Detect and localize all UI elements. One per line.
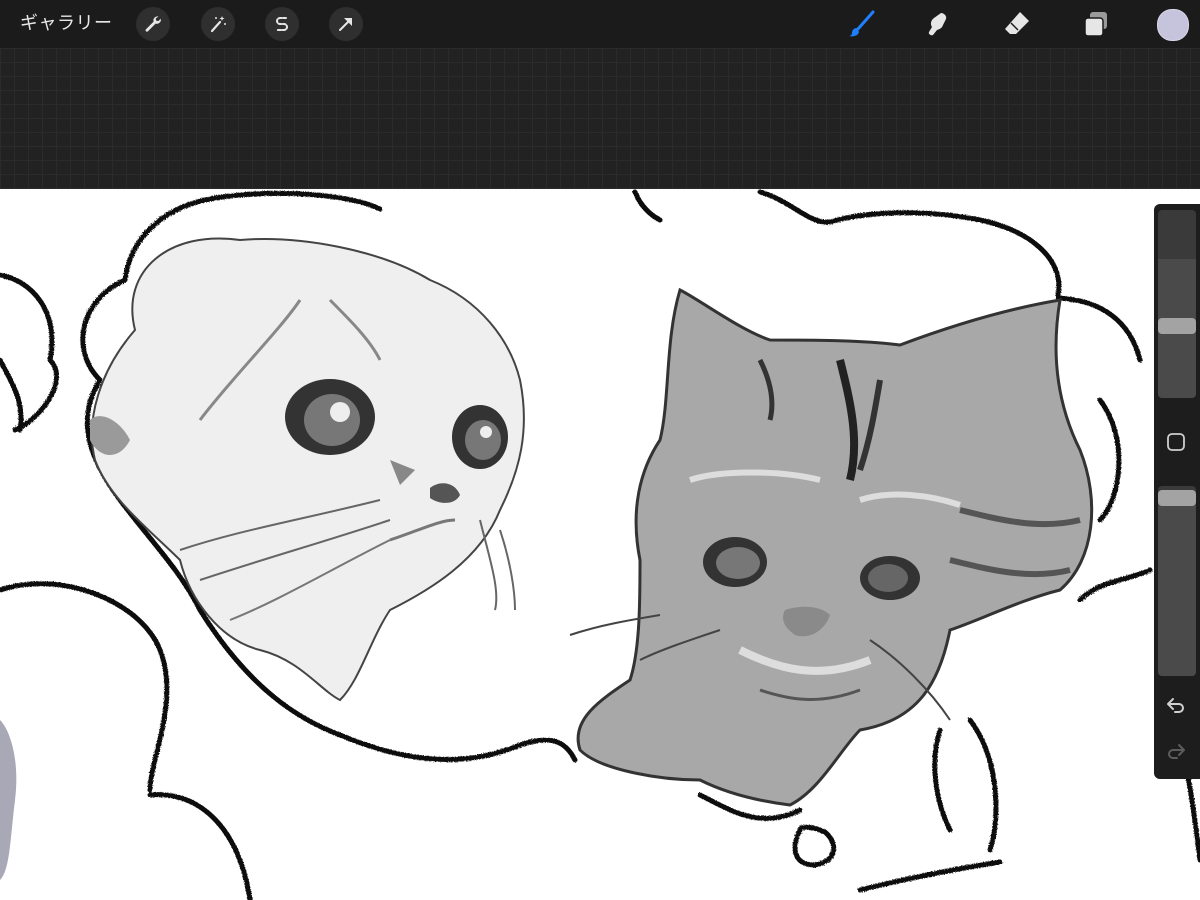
actions-wrench-button[interactable] xyxy=(136,7,170,41)
modify-button[interactable] xyxy=(1165,431,1187,453)
undo-button[interactable] xyxy=(1163,694,1189,716)
brush-size-thumb[interactable] xyxy=(1158,318,1196,334)
layers-button[interactable] xyxy=(1080,8,1112,40)
opacity-thumb[interactable] xyxy=(1158,490,1196,506)
smudge-icon xyxy=(928,13,947,36)
transform-button[interactable] xyxy=(329,7,363,41)
selection-s-icon xyxy=(276,17,288,31)
brush-tool-button[interactable] xyxy=(846,8,878,40)
white-cat-drawing xyxy=(90,237,525,702)
workspace-background xyxy=(0,48,1200,189)
selection-button[interactable] xyxy=(265,7,299,41)
redo-button[interactable] xyxy=(1163,740,1189,762)
undo-arrow-icon xyxy=(1167,698,1184,713)
brush-size-slider[interactable] xyxy=(1158,210,1196,398)
color-picker-swatch[interactable] xyxy=(1157,9,1189,41)
magic-wand-icon xyxy=(210,16,226,33)
transform-arrow-icon xyxy=(339,18,352,31)
tabby-cat-drawing xyxy=(569,287,1094,807)
opacity-slider[interactable] xyxy=(1158,486,1196,676)
gallery-button[interactable]: ギャラリー xyxy=(20,12,113,36)
brush-icon xyxy=(849,10,875,37)
square-icon xyxy=(1167,433,1185,451)
grey-paint-blob xyxy=(0,720,17,880)
top-toolbar: ギャラリー xyxy=(0,0,1200,48)
eraser-icon xyxy=(1005,12,1029,34)
smudge-tool-button[interactable] xyxy=(922,8,954,40)
layers-icon xyxy=(1084,12,1107,37)
drawing-canvas[interactable] xyxy=(0,189,1200,900)
adjustments-wand-button[interactable] xyxy=(201,7,235,41)
redo-arrow-icon xyxy=(1168,744,1185,759)
eraser-tool-button[interactable] xyxy=(1001,8,1033,40)
cat-sketch-artwork xyxy=(0,189,1200,900)
wrench-icon xyxy=(145,16,161,32)
opacity-fill xyxy=(1158,501,1196,676)
